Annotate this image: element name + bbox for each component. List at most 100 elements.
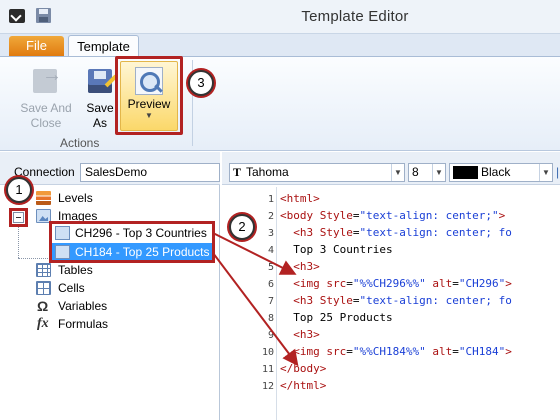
tab-file[interactable]: File (9, 36, 64, 56)
code-token: = (352, 294, 360, 307)
chevron-down-icon[interactable]: ▼ (391, 164, 404, 181)
code-line: </body> (280, 360, 326, 377)
code-line: </html> (280, 377, 326, 394)
expander-highlight-box (9, 208, 28, 227)
code-token: </html> (280, 379, 327, 392)
code-token: <img (293, 277, 327, 290)
code-token: Style (319, 226, 353, 239)
images-highlight-box (49, 221, 215, 263)
code-token: Top 3 Countries (280, 243, 393, 256)
cells-icon (36, 281, 51, 295)
code-token: <h3> (293, 260, 320, 273)
chevron-down-icon[interactable]: ▼ (539, 164, 552, 181)
code-token: = (346, 345, 353, 358)
tree-item-levels[interactable]: Levels (36, 189, 156, 207)
tab-template[interactable]: Template (68, 35, 139, 57)
code-token: <h3> (293, 328, 320, 341)
window-title: Template Editor (301, 8, 409, 25)
code-token: "text-align: center; fo (359, 294, 512, 307)
code-token: Style (319, 209, 353, 222)
code-token: "text-align: center;" (359, 209, 499, 222)
tree-item-label: Variables (58, 299, 108, 313)
tree-item-formulas[interactable]: fx Formulas (36, 315, 156, 333)
code-token: src (326, 345, 347, 358)
code-line: Top 25 Products (280, 309, 393, 326)
connection-select[interactable]: SalesDemo (80, 163, 220, 182)
code-token: "%%CH184%%" (352, 345, 426, 358)
line-number: 7 (267, 296, 274, 307)
code-line: <h3 Style="text-align: center; fo (280, 224, 512, 241)
code-token: <body (280, 209, 320, 222)
line-number: 4 (267, 245, 274, 256)
font-size-select[interactable]: 8 ▼ (408, 163, 446, 182)
code-token: alt (432, 345, 453, 358)
code-token: Top 25 Products (280, 311, 393, 324)
save-as-label-2: As (92, 116, 107, 130)
code-token: "text-align: center; fo (359, 226, 512, 239)
tree-item-variables[interactable]: Ω Variables (36, 297, 156, 315)
code-line: <h3> (280, 258, 320, 275)
code-token: <img (293, 345, 327, 358)
toolbar-overflow-icon[interactable]: | (556, 165, 559, 179)
tree-item-label: Tables (58, 263, 93, 277)
save-as-label-1: Save (86, 101, 114, 115)
line-number: 5 (267, 262, 274, 273)
code-token: > (505, 277, 512, 290)
tree-item-cells[interactable]: Cells (36, 279, 156, 297)
code-token: "CH184" (458, 345, 506, 358)
line-number: 9 (267, 330, 274, 341)
code-token: Style (319, 294, 353, 307)
code-token: = (452, 277, 459, 290)
code-line: <html> (280, 190, 320, 207)
omega-icon: Ω (37, 298, 49, 314)
code-token: <h3 (293, 294, 320, 307)
code-token: "CH296" (458, 277, 506, 290)
code-token: </body> (280, 362, 327, 375)
save-and-close-icon (30, 65, 62, 97)
code-token: = (452, 345, 459, 358)
save-and-close-button[interactable]: Save And Close (18, 63, 74, 131)
save-as-button[interactable]: Save As (82, 63, 118, 131)
chevron-down-icon[interactable]: ▼ (432, 164, 445, 181)
callout-3: 3 (188, 70, 214, 96)
code-line: <img src="%%CH184%%" alt="CH184"> (280, 343, 512, 360)
line-number: 11 (261, 364, 274, 375)
save-and-close-label-2: Close (30, 116, 62, 130)
code-line: Top 3 Countries (280, 241, 393, 258)
callout-2: 2 (229, 214, 255, 240)
code-token: > (498, 209, 506, 222)
code-line: <body Style="text-align: center;"> (280, 207, 505, 224)
font-size-value: 8 (412, 165, 419, 179)
callout-1: 1 (6, 177, 32, 203)
code-token: <h3 (293, 226, 320, 239)
code-token: src (326, 277, 347, 290)
code-token: alt (432, 277, 453, 290)
table-icon (36, 263, 51, 277)
ribbon-group-label: Actions (60, 136, 100, 150)
levels-icon (36, 191, 51, 205)
line-number: 12 (261, 381, 274, 392)
line-number: 8 (267, 313, 274, 324)
tree-connector (18, 224, 19, 258)
font-family-select[interactable]: Tahoma ▼ (229, 163, 405, 182)
code-line: <h3> (280, 326, 320, 343)
code-line: <h3 Style="text-align: center; fo (280, 292, 512, 309)
code-line: <img src="%%CH296%%" alt="CH296"> (280, 275, 512, 292)
code-token: = (352, 209, 360, 222)
tree-item-label: Levels (58, 191, 93, 205)
save-and-close-label-1: Save And (20, 101, 72, 115)
code-token: = (352, 226, 360, 239)
code-token: = (346, 277, 353, 290)
font-color-value: Black (481, 165, 511, 179)
function-icon: fx (37, 316, 49, 331)
tree-item-label: Formulas (58, 317, 109, 331)
preview-highlight-box (115, 56, 183, 135)
font-color-select[interactable]: Black ▼ (449, 163, 553, 182)
line-number: 6 (267, 279, 274, 290)
tree-item-tables[interactable]: Tables (36, 261, 156, 279)
